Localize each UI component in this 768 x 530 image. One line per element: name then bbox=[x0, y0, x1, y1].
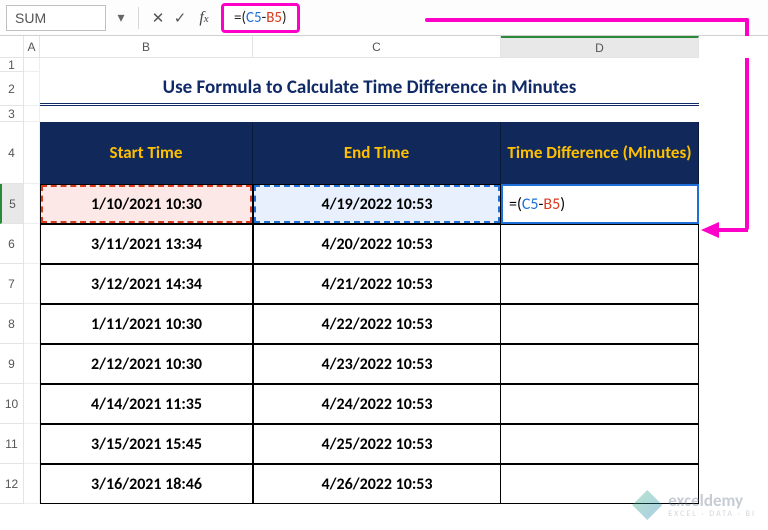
table-cell[interactable]: 4/21/2022 10:53 bbox=[253, 264, 501, 304]
name-box-value: SUM bbox=[15, 10, 46, 26]
table-cell[interactable] bbox=[501, 344, 699, 384]
table-header-end-time[interactable]: End Time bbox=[253, 122, 501, 184]
table-cell[interactable] bbox=[501, 304, 699, 344]
cell[interactable] bbox=[24, 464, 40, 504]
col-header-b[interactable]: B bbox=[40, 36, 253, 58]
cell-d5-editing[interactable]: =(C5-B5) bbox=[501, 184, 699, 224]
table-cell[interactable]: 3/12/2021 14:34 bbox=[40, 264, 253, 304]
table-cell[interactable]: 3/11/2021 13:34 bbox=[40, 224, 253, 264]
row-header[interactable]: 6 bbox=[0, 224, 24, 264]
table-cell[interactable]: 4/25/2022 10:53 bbox=[253, 424, 501, 464]
cell[interactable] bbox=[40, 58, 699, 72]
cell[interactable] bbox=[24, 106, 40, 122]
table-cell[interactable]: 2/12/2021 10:30 bbox=[40, 344, 253, 384]
cell[interactable] bbox=[24, 344, 40, 384]
row-header[interactable]: 7 bbox=[0, 264, 24, 304]
cell[interactable] bbox=[24, 424, 40, 464]
row-header[interactable]: 5 bbox=[0, 184, 24, 224]
cell[interactable] bbox=[24, 264, 40, 304]
row-header[interactable]: 8 bbox=[0, 304, 24, 344]
row-header[interactable]: 11 bbox=[0, 424, 24, 464]
divider bbox=[138, 7, 139, 29]
table-cell[interactable]: 4/20/2022 10:53 bbox=[253, 224, 501, 264]
cancel-icon[interactable]: ✕ bbox=[147, 9, 169, 27]
table-cell[interactable]: 4/14/2021 11:35 bbox=[40, 384, 253, 424]
row-header[interactable]: 2 bbox=[0, 72, 24, 106]
table-cell[interactable] bbox=[501, 384, 699, 424]
formula-ref-c5: C5 bbox=[246, 9, 262, 27]
table-cell[interactable] bbox=[501, 424, 699, 464]
table-header-diff[interactable]: Time Difference (Minutes) bbox=[501, 122, 699, 184]
table-cell[interactable] bbox=[501, 224, 699, 264]
row-header[interactable]: 12 bbox=[0, 464, 24, 504]
table-cell[interactable] bbox=[501, 264, 699, 304]
table-cell[interactable]: 3/15/2021 15:45 bbox=[40, 424, 253, 464]
table-cell[interactable]: 4/22/2022 10:53 bbox=[253, 304, 501, 344]
cell[interactable] bbox=[24, 72, 40, 106]
watermark: exceldemy EXCEL · DATA · BI bbox=[632, 490, 756, 520]
row-header[interactable]: 10 bbox=[0, 384, 24, 424]
spreadsheet-grid: A B C D 1 2 Use Formula to Calculate Tim… bbox=[0, 36, 768, 530]
table-cell[interactable]: 3/16/2021 18:46 bbox=[40, 464, 253, 504]
row-header[interactable]: 1 bbox=[0, 58, 24, 72]
name-box-dropdown-icon[interactable]: ▾ bbox=[112, 9, 130, 26]
column-headers: A B C D bbox=[0, 36, 768, 58]
enter-icon[interactable]: ✓ bbox=[169, 9, 191, 27]
col-header-c[interactable]: C bbox=[253, 36, 501, 58]
formula-ref-b5: B5 bbox=[266, 9, 282, 27]
cell-b5[interactable]: 1/10/2021 10:30 bbox=[40, 184, 253, 224]
cell[interactable] bbox=[24, 184, 40, 224]
callout-connector bbox=[425, 18, 749, 22]
table-header-start-time[interactable]: Start Time bbox=[40, 122, 253, 184]
col-header-d[interactable]: D bbox=[501, 36, 699, 58]
page-title[interactable]: Use Formula to Calculate Time Difference… bbox=[40, 72, 699, 106]
formula-suffix: ) bbox=[282, 9, 287, 27]
cell[interactable] bbox=[24, 224, 40, 264]
select-all-corner[interactable] bbox=[0, 36, 24, 58]
watermark-sub: EXCEL · DATA · BI bbox=[668, 509, 756, 519]
row-header[interactable]: 4 bbox=[0, 122, 24, 184]
watermark-brand: exceldemy bbox=[668, 492, 756, 509]
row-header[interactable]: 3 bbox=[0, 106, 24, 122]
col-header-a[interactable]: A bbox=[24, 36, 40, 58]
cell[interactable] bbox=[40, 106, 699, 122]
table-cell[interactable]: 4/24/2022 10:53 bbox=[253, 384, 501, 424]
cell[interactable] bbox=[24, 122, 40, 184]
cell[interactable] bbox=[24, 304, 40, 344]
name-box[interactable]: SUM bbox=[6, 5, 106, 31]
formula-prefix: =( bbox=[234, 9, 246, 27]
fx-icon[interactable]: fx bbox=[191, 9, 217, 27]
row-header[interactable]: 9 bbox=[0, 344, 24, 384]
cell[interactable] bbox=[24, 384, 40, 424]
cell[interactable] bbox=[24, 58, 40, 72]
formula-input[interactable]: =(C5-B5) bbox=[221, 3, 300, 33]
logo-icon bbox=[632, 490, 662, 520]
cell-c5[interactable]: 4/19/2022 10:53 bbox=[253, 184, 501, 224]
table-cell[interactable]: 4/23/2022 10:53 bbox=[253, 344, 501, 384]
table-cell[interactable]: 1/11/2021 10:30 bbox=[40, 304, 253, 344]
table-cell[interactable]: 4/26/2022 10:53 bbox=[253, 464, 501, 504]
